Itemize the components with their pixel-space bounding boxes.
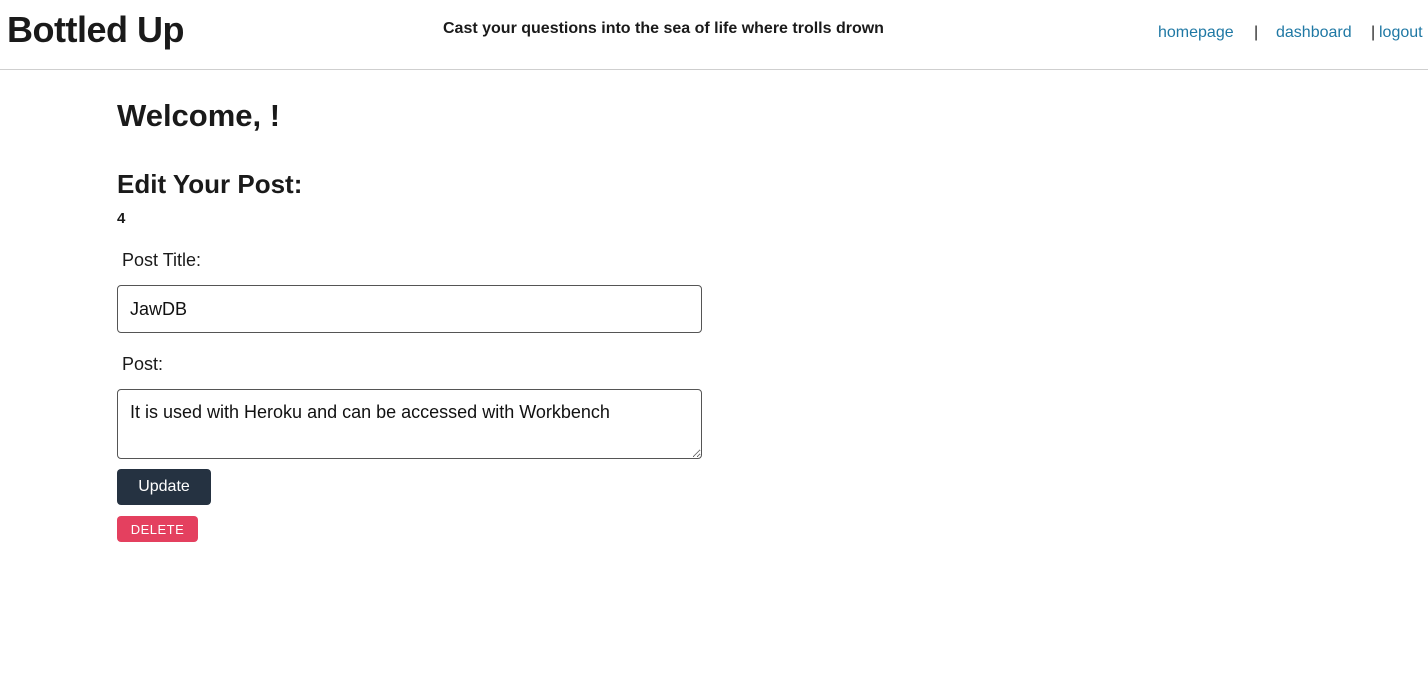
post-body-textarea[interactable]: It is used with Heroku and can be access… <box>117 389 702 459</box>
nav-link-logout[interactable]: logout <box>1379 24 1423 42</box>
post-id: 4 <box>117 210 126 227</box>
nav-link-dashboard[interactable]: dashboard <box>1276 24 1352 42</box>
update-button[interactable]: Update <box>117 469 211 505</box>
site-header: Bottled Up Cast your questions into the … <box>0 0 1428 70</box>
post-title-label: Post Title: <box>122 250 202 270</box>
edit-post-heading: Edit Your Post: <box>117 169 303 199</box>
nav-separator: | <box>1254 24 1259 41</box>
post-body-label: Post: <box>122 354 164 374</box>
site-tagline: Cast your questions into the sea of life… <box>443 20 884 37</box>
delete-button[interactable]: DELETE <box>117 516 198 542</box>
nav-separator: | <box>1371 24 1376 41</box>
welcome-heading: Welcome, ! <box>117 98 281 133</box>
nav-link-homepage[interactable]: homepage <box>1158 24 1234 42</box>
site-title: Bottled Up <box>7 9 184 50</box>
post-title-input[interactable] <box>117 285 702 333</box>
